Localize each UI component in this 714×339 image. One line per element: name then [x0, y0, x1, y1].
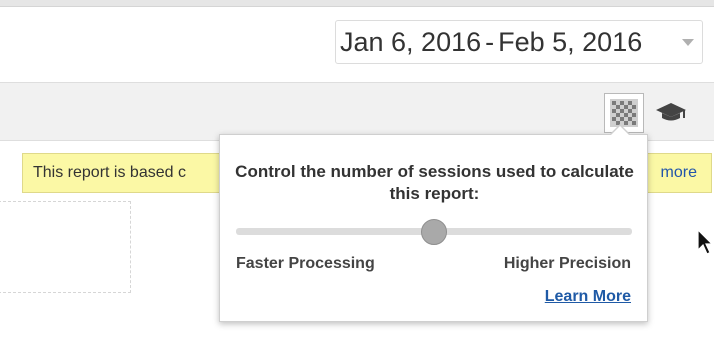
popover-title: Control the number of sessions used to c…: [235, 162, 634, 203]
date-range-picker[interactable]: Jan 6, 2016 - Feb 5, 2016: [335, 20, 703, 64]
learn-more-link[interactable]: Learn More: [545, 288, 631, 306]
date-range-start: Jan 6, 2016: [340, 26, 482, 57]
sampling-grid-icon: [610, 99, 638, 127]
precision-slider-thumb[interactable]: [421, 219, 447, 245]
chevron-down-icon[interactable]: [682, 39, 694, 46]
graduation-cap-icon: [656, 103, 686, 121]
date-range-end: Feb 5, 2016: [498, 26, 643, 57]
faster-processing-label: Faster Processing: [236, 255, 375, 272]
higher-precision-label: Higher Precision: [503, 255, 631, 272]
top-divider: [0, 0, 714, 7]
date-range-separator: -: [485, 26, 495, 57]
notice-more-link[interactable]: more: [661, 164, 697, 182]
sampling-popover: Control the number of sessions used to c…: [219, 124, 648, 322]
report-placeholder-box: [0, 201, 131, 293]
popover-caret: [610, 126, 630, 136]
analytics-report-page: Jan 6, 2016 - Feb 5, 2016 This report is…: [0, 0, 714, 339]
education-button[interactable]: [652, 96, 690, 128]
mouse-pointer-icon: [697, 229, 713, 255]
notice-text: This report is based c: [33, 164, 186, 181]
